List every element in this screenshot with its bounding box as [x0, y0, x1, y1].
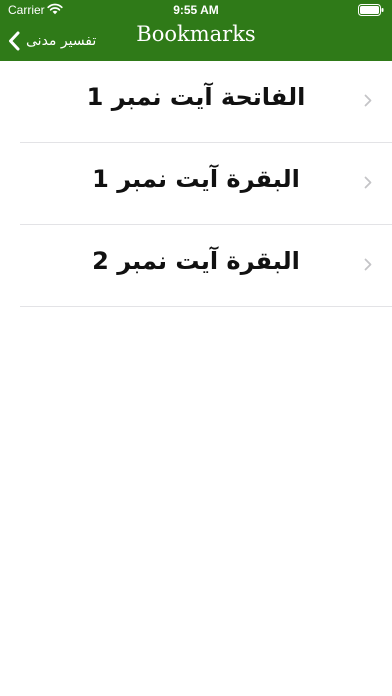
bookmark-row[interactable]: الفاتحة آیت نمبر 1 — [20, 61, 392, 143]
bookmark-row[interactable]: البقرة آیت نمبر 1 — [20, 143, 392, 225]
bookmark-label: البقرة آیت نمبر 2 — [92, 247, 300, 275]
clock: 9:55 AM — [173, 3, 219, 17]
header: Carrier 9:55 AM تفسیر مدنی Bookmarks — [0, 0, 392, 61]
bookmark-label: البقرة آیت نمبر 1 — [92, 165, 300, 193]
bookmark-row[interactable]: البقرة آیت نمبر 2 — [20, 225, 392, 307]
status-bar: Carrier 9:55 AM — [0, 0, 392, 20]
chevron-right-icon — [364, 176, 372, 189]
navigation-bar: تفسیر مدنی Bookmarks — [0, 20, 392, 61]
bookmark-list: الفاتحة آیت نمبر 1 البقرة آیت نمبر 1 الب… — [0, 61, 392, 307]
page-title: Bookmarks — [136, 22, 256, 46]
chevron-right-icon — [364, 258, 372, 271]
battery-icon — [358, 4, 384, 16]
bookmarks-screen: Carrier 9:55 AM تفسیر مدنی Bookmarks الف… — [0, 0, 392, 696]
bookmark-label: الفاتحة آیت نمبر 1 — [86, 83, 306, 111]
chevron-right-icon — [364, 94, 372, 107]
